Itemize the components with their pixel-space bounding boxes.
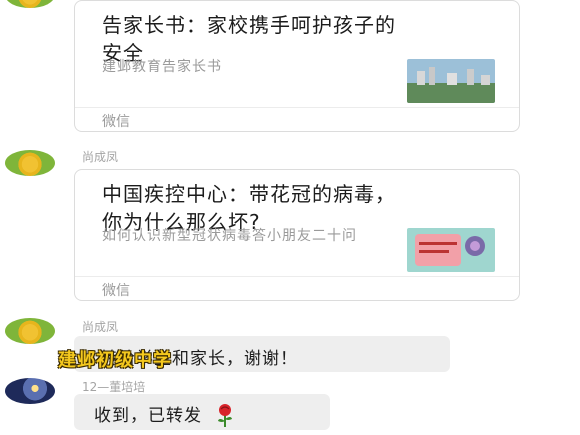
message-bubble[interactable]: 收到，已转发	[74, 394, 330, 430]
message-text: 收到，已转发	[94, 406, 202, 426]
card-thumbnail-image	[407, 59, 495, 103]
rose-icon	[218, 404, 233, 427]
sender-name: 尚成凤	[82, 150, 119, 164]
school-watermark: 建邺初级中学	[58, 350, 172, 371]
sender-avatar[interactable]	[5, 0, 55, 8]
card-source: 微信	[102, 283, 130, 299]
sender-avatar[interactable]	[5, 318, 55, 344]
link-card-cdc-article[interactable]: 中国疾控中心：带花冠的病毒，你为什么那么坏? 如何认识新型冠状病毒答小朋友二十问…	[74, 169, 520, 301]
card-description: 建邺教育告家长书	[102, 59, 222, 75]
sender-avatar[interactable]	[5, 378, 55, 404]
sender-name: 12—董培培	[82, 380, 146, 394]
sender-avatar[interactable]	[5, 150, 55, 176]
card-source: 微信	[102, 114, 130, 130]
card-description: 如何认识新型冠状病毒答小朋友二十问	[102, 228, 357, 244]
link-card-safety-letter[interactable]: 告家长书：家校携手呵护孩子的安全 建邺教育告家长书 微信	[74, 0, 520, 132]
card-divider	[75, 107, 519, 108]
card-thumbnail-image	[407, 228, 495, 272]
card-divider	[75, 276, 519, 277]
sender-name: 尚成凤	[82, 320, 119, 334]
